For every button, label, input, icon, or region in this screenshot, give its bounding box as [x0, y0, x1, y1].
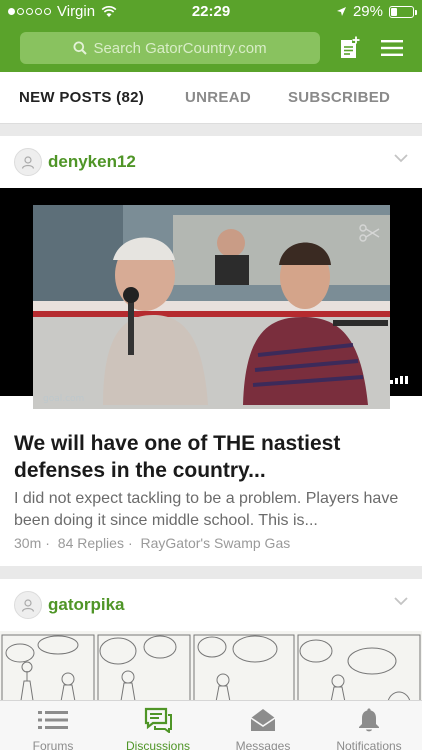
tab-label: Forums — [32, 739, 74, 750]
list-icon — [38, 711, 68, 729]
post-card[interactable]: denyken12 goal.com We will have one of T… — [0, 136, 422, 566]
user-placeholder-icon — [21, 156, 35, 169]
new-post-button[interactable] — [336, 34, 364, 62]
search-placeholder: Search GatorCountry.com — [93, 39, 267, 57]
hamburger-menu-icon — [381, 40, 403, 56]
post-card[interactable]: gatorpika — [0, 579, 422, 709]
post-header: gatorpika — [0, 579, 422, 631]
video-still-image: goal.com — [33, 205, 390, 409]
post-excerpt[interactable]: I did not expect tackling to be a proble… — [14, 488, 410, 532]
battery-level — [391, 7, 398, 16]
post-title[interactable]: We will have one of THE nastiest defense… — [14, 430, 404, 484]
bell-icon — [359, 708, 379, 732]
meta-separator: · — [127, 535, 133, 551]
post-header: denyken12 — [0, 136, 422, 188]
autoplay-indicator-icon — [390, 376, 408, 384]
avatar[interactable] — [14, 148, 42, 176]
chevron-down-icon[interactable] — [394, 154, 408, 163]
inbox-icon — [250, 709, 276, 731]
tab-messages[interactable]: Messages — [210, 707, 316, 750]
status-bar: Virgin 22:29 29% — [0, 0, 422, 24]
tab-label: Notifications — [336, 739, 402, 750]
svg-text:goal.com: goal.com — [43, 394, 84, 404]
tab-new-posts[interactable]: NEW POSTS (82) — [19, 89, 144, 106]
post-media-video[interactable]: goal.com — [0, 188, 422, 409]
post-meta: 30m · 84 Replies · RayGator's Swamp Gas — [14, 535, 294, 551]
tab-notifications[interactable]: Notifications — [316, 707, 422, 750]
tab-unread[interactable]: UNREAD — [185, 89, 251, 106]
post-media-comic-strip[interactable] — [0, 631, 422, 709]
user-placeholder-icon — [21, 599, 35, 612]
app-header: Search GatorCountry.com — [0, 24, 422, 72]
tab-subscribed[interactable]: SUBSCRIBED — [288, 89, 390, 106]
post-author[interactable]: denyken12 — [48, 152, 136, 172]
bottom-tab-bar: Forums Discussions Messages Notification… — [0, 700, 422, 750]
comic-strip-image — [0, 631, 422, 709]
post-author[interactable]: gatorpika — [48, 595, 125, 615]
meta-separator: · — [45, 535, 50, 551]
tab-label: Discussions — [125, 739, 191, 750]
post-forum[interactable]: RayGator's Swamp Gas — [141, 535, 291, 551]
location-arrow-icon — [336, 7, 346, 16]
tab-discussions[interactable]: Discussions — [105, 707, 211, 750]
battery-percent: 29% — [352, 3, 383, 20]
new-post-icon — [341, 36, 360, 58]
reply-count: 84 Replies — [57, 535, 124, 551]
post-filter-tabs: NEW POSTS (82) UNREAD SUBSCRIBED — [0, 72, 422, 124]
chat-bubbles-icon — [144, 707, 172, 733]
battery-icon — [389, 5, 417, 18]
tab-forums[interactable]: Forums — [0, 707, 106, 750]
post-age: 30m — [14, 535, 42, 551]
app-screen: Virgin 22:29 29% Search GatorCountry.com… — [0, 0, 422, 750]
avatar[interactable] — [14, 591, 42, 619]
status-right: 29% — [336, 3, 417, 20]
search-input[interactable]: Search GatorCountry.com — [20, 32, 320, 64]
search-icon — [73, 41, 88, 55]
chevron-down-icon[interactable] — [394, 597, 408, 606]
video-thumbnail: goal.com — [33, 205, 390, 409]
tab-label: Messages — [235, 739, 291, 750]
menu-button[interactable] — [378, 34, 406, 62]
